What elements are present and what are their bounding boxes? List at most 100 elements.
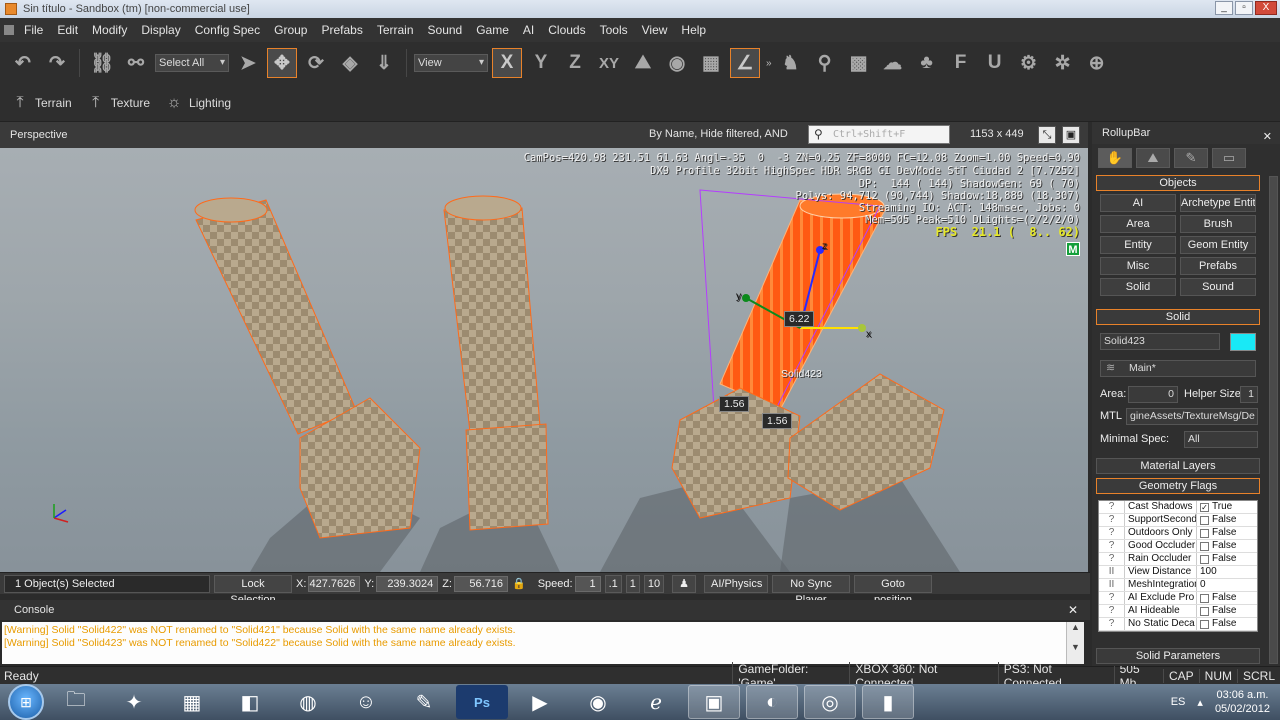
settings-icon[interactable]: ⚙ [1014, 48, 1044, 78]
terrain-tool-button[interactable]: ⤒ Terrain [10, 93, 71, 113]
object-prefabs-button[interactable]: Prefabs [1180, 257, 1256, 275]
tab-objects-icon[interactable]: ✋ [1098, 148, 1132, 168]
menu-ai[interactable]: AI [516, 18, 541, 42]
select-filter-dropdown[interactable]: Select All [155, 54, 229, 72]
menu-view[interactable]: View [635, 18, 675, 42]
z-coord-field[interactable]: 56.716 [453, 575, 508, 592]
axis-y-button[interactable]: Y [526, 48, 556, 78]
ai-icon[interactable]: ⚲ [810, 48, 840, 78]
tray-arrow-icon[interactable]: ▴ [1197, 696, 1203, 709]
table-row[interactable]: II View Distance 100 [1099, 566, 1257, 579]
minimize-button[interactable]: _ [1215, 1, 1233, 15]
table-row[interactable]: ? Cast Shadows ✓ True [1099, 501, 1257, 514]
object-area-button[interactable]: Area [1100, 215, 1176, 233]
menu-prefabs[interactable]: Prefabs [314, 18, 369, 42]
console-close-icon[interactable]: ✕ [1068, 600, 1078, 620]
tree-icon[interactable]: ♣ [912, 48, 942, 78]
mtl-field[interactable]: gineAssets/TextureMsg/De [1126, 408, 1258, 425]
angle-snap-icon[interactable]: ∠ [730, 48, 760, 78]
unlink-icon[interactable]: ⚯ [121, 48, 151, 78]
console-scrollbar[interactable]: ▲ ▼ [1066, 622, 1084, 664]
app-icon[interactable]: ▮ [862, 685, 914, 719]
menu-edit[interactable]: Edit [50, 18, 85, 42]
checkbox[interactable] [1200, 593, 1209, 603]
flowgraph-icon[interactable]: F [946, 48, 976, 78]
x-coord-field[interactable]: 427.7626 [308, 575, 361, 592]
goto-position-button[interactable]: Goto position [854, 574, 932, 606]
solid-name-field[interactable]: Solid423 [1100, 333, 1220, 350]
menu-modify[interactable]: Modify [85, 18, 134, 42]
menu-help[interactable]: Help [674, 18, 713, 42]
table-row[interactable]: ? Rain Occluder False [1099, 553, 1257, 566]
grid-snap-icon[interactable]: ▦ [696, 48, 726, 78]
menu-tools[interactable]: Tools [593, 18, 635, 42]
language-indicator[interactable]: ES [1171, 696, 1186, 708]
layer-dropdown[interactable]: Main* [1100, 360, 1256, 377]
helper-size-field[interactable]: 1 [1240, 386, 1258, 403]
select-arrow-icon[interactable]: ➤ [233, 48, 263, 78]
table-row[interactable]: ? Good Occluder False [1099, 540, 1257, 553]
tab-terrain-icon[interactable]: ⛰ [1136, 148, 1170, 168]
cloud-icon[interactable]: ☁ [878, 48, 908, 78]
app-icon[interactable]: ✦ [108, 685, 160, 719]
axis-xy-button[interactable]: XY [594, 48, 624, 78]
checkbox[interactable] [1200, 619, 1209, 629]
close-icon[interactable]: ✕ [1263, 126, 1272, 148]
app-icon[interactable]: ◐ [746, 685, 798, 719]
terrain-snap-icon[interactable]: ⛰ [628, 48, 658, 78]
terrain-collision-icon[interactable]: ♟ [672, 574, 696, 593]
checkbox[interactable]: ✓ [1200, 502, 1209, 512]
menu-display[interactable]: Display [134, 18, 187, 42]
grid-icon[interactable]: ▩ [844, 48, 874, 78]
checkbox[interactable] [1200, 541, 1209, 551]
viewport-search-input[interactable]: ⚲ Ctrl+Shift+F [808, 125, 950, 144]
toolbar-overflow[interactable]: » [766, 58, 772, 69]
speed-preset-10[interactable]: 10 [643, 574, 665, 593]
axis-z-button[interactable]: Z [560, 48, 590, 78]
menu-terrain[interactable]: Terrain [370, 18, 421, 42]
coord-system-dropdown[interactable]: View [414, 54, 488, 72]
move-icon[interactable]: ✥ [267, 48, 297, 78]
ui-editor-icon[interactable]: U [980, 48, 1010, 78]
firefox-icon[interactable]: ◉ [572, 685, 624, 719]
area-field[interactable]: 0 [1128, 386, 1178, 403]
drop-to-terrain-icon[interactable]: ⇓ [369, 48, 399, 78]
table-row[interactable]: ? Outdoors Only False [1099, 527, 1257, 540]
checkbox[interactable] [1200, 515, 1209, 525]
object-geom-entity-button[interactable]: Geom Entity [1180, 236, 1256, 254]
y-coord-field[interactable]: 239.3024 [376, 575, 439, 592]
speed-preset-1[interactable]: 1 [625, 574, 640, 593]
table-row[interactable]: ? AI Exclude Pro False [1099, 592, 1257, 605]
solid-section-header[interactable]: Solid [1096, 309, 1260, 325]
internet-explorer-icon[interactable]: ℯ [630, 685, 682, 719]
minimal-spec-dropdown[interactable]: All [1184, 431, 1258, 448]
table-row[interactable]: II MeshIntegration 0 [1099, 579, 1257, 592]
explorer-icon[interactable]: 🗀 [50, 685, 102, 719]
object-entity-button[interactable]: Entity [1100, 236, 1176, 254]
rollup-scrollbar[interactable] [1269, 176, 1278, 664]
texture-tool-button[interactable]: ⤒ Texture [86, 93, 150, 113]
maximize-viewport-icon[interactable]: ⤡ [1038, 126, 1056, 144]
checkbox[interactable] [1200, 606, 1209, 616]
checkbox[interactable] [1200, 554, 1209, 564]
tab-modeling-icon[interactable]: ✎ [1174, 148, 1208, 168]
object-ai-button[interactable]: AI [1100, 194, 1176, 212]
menu-file[interactable]: File [17, 18, 50, 42]
app-icon[interactable]: ▦ [166, 685, 218, 719]
media-player-icon[interactable]: ▶ [514, 685, 566, 719]
sandbox-taskbar-icon[interactable]: ▣ [688, 685, 740, 719]
geometry-flags-header[interactable]: Geometry Flags [1096, 478, 1260, 494]
lighting-tool-button[interactable]: ☼ Lighting [164, 93, 231, 113]
solid-color-swatch[interactable] [1230, 333, 1256, 351]
table-row[interactable]: ? AI Hideable False [1099, 605, 1257, 618]
viewport-filter-label[interactable]: By Name, Hide filtered, AND [649, 128, 788, 140]
app-icon[interactable]: ◍ [282, 685, 334, 719]
solid-parameters-header[interactable]: Solid Parameters [1096, 648, 1260, 664]
object-brush-button[interactable]: Brush [1180, 215, 1256, 233]
gear-icon[interactable]: ✲ [1048, 48, 1078, 78]
object-sound-button[interactable]: Sound [1180, 278, 1256, 296]
table-row[interactable]: ? SupportSecond False [1099, 514, 1257, 527]
speed-preset-0.1[interactable]: .1 [604, 574, 622, 593]
scale-icon[interactable]: ◈ [335, 48, 365, 78]
redo-icon[interactable]: ↷ [42, 48, 72, 78]
